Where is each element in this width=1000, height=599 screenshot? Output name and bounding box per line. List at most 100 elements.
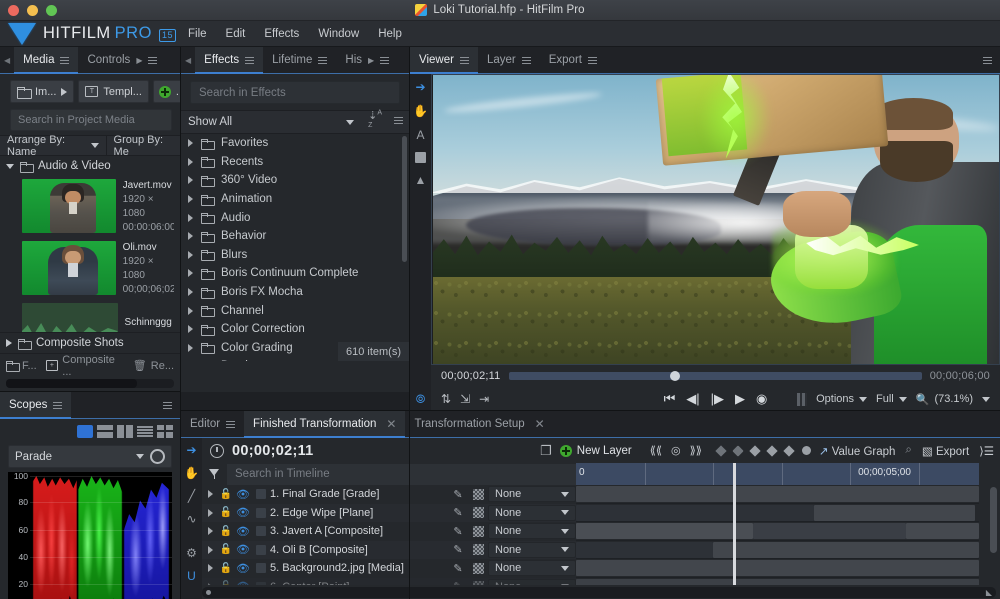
disclosure-closed-icon[interactable] — [6, 339, 12, 347]
eye-icon[interactable]: 👁 — [234, 543, 252, 556]
zoom-to-fit-icon[interactable]: ⌕ — [905, 444, 911, 457]
effects-category-row[interactable]: Boris FX Mocha — [181, 283, 409, 302]
effects-category-row[interactable]: Favorites — [181, 134, 409, 153]
media-group-audio-video[interactable]: Audio & Video — [0, 156, 180, 176]
tab-media[interactable]: Media — [14, 47, 79, 74]
disclosure-closed-icon[interactable] — [188, 343, 193, 352]
viewer-current-time[interactable]: 00;00;02;11 — [441, 370, 501, 382]
table-row[interactable]: 🔓 👁 2. Edge Wipe [Plane] ✎ None — [202, 503, 576, 522]
pen-icon[interactable]: ✎ — [448, 506, 468, 519]
go-to-start-icon[interactable]: ⏮ — [664, 391, 676, 407]
tab-history-menu-icon[interactable] — [380, 55, 390, 66]
hand-icon[interactable]: ✋ — [184, 466, 199, 480]
loop-icon[interactable]: ⇅ — [441, 392, 451, 406]
scope-type-dropdown[interactable]: Parade — [8, 445, 172, 468]
tab-effects[interactable]: Effects — [195, 47, 264, 74]
lock-icon[interactable]: 🔓 — [218, 581, 234, 585]
disclosure-closed-icon[interactable] — [188, 157, 193, 166]
next-keyframe-icon[interactable]: ⟫⟫ — [690, 444, 702, 457]
tabstrip-scroll-left-icon[interactable]: ◀ — [181, 47, 195, 73]
color-swatch[interactable] — [252, 563, 270, 574]
effects-filter-label[interactable]: Show All — [188, 116, 346, 128]
scopes-panel-menu-icon[interactable] — [155, 392, 180, 418]
step-forward-icon[interactable]: |▶ — [711, 391, 724, 407]
color-swatch[interactable] — [252, 489, 270, 500]
table-row[interactable]: 🔓 👁 3. Javert A [Composite] ✎ None — [202, 522, 576, 541]
eye-icon[interactable]: 👁 — [234, 580, 252, 585]
timeline-clip[interactable] — [576, 486, 979, 502]
eye-icon[interactable]: 👁 — [234, 562, 252, 575]
color-swatch[interactable] — [252, 507, 270, 518]
hand-icon[interactable]: ✋ — [413, 104, 428, 118]
color-swatch[interactable] — [252, 581, 270, 585]
blend-mode-dropdown[interactable]: None — [488, 504, 576, 521]
prev-keyframe-icon[interactable]: ⟪⟪ — [650, 444, 662, 457]
pen-icon[interactable]: ✎ — [448, 580, 468, 585]
tab-viewer-menu-icon[interactable] — [459, 55, 469, 66]
tab-media-menu-icon[interactable] — [60, 55, 70, 66]
effects-category-row[interactable]: Animation — [181, 190, 409, 209]
templates-button[interactable]: T Templ... — [78, 80, 149, 103]
transparency-grid-icon[interactable] — [468, 544, 488, 556]
export-frame-icon[interactable]: ⇲ — [460, 392, 470, 406]
record-icon[interactable]: ◉ — [756, 391, 767, 407]
timeline-current-time[interactable]: 00;00;02;11 — [232, 443, 314, 459]
tab-layer[interactable]: Layer — [478, 47, 540, 73]
timeline-clip[interactable] — [906, 523, 979, 539]
effects-category-row[interactable]: Blurs — [181, 246, 409, 265]
effects-category-list[interactable]: Favorites Recents 360° Video Animation A… — [181, 134, 409, 361]
media-item[interactable]: Javert.mov 1920 × 1080 00:00:06:00 — [0, 176, 180, 238]
lock-icon[interactable]: 🔓 — [218, 489, 234, 500]
effects-vertical-scrollbar[interactable] — [402, 136, 407, 262]
eye-icon[interactable]: 👁 — [234, 488, 252, 501]
lock-icon[interactable]: 🔓 — [218, 507, 234, 518]
table-row[interactable]: 🔓 👁 1. Final Grade [Grade] ✎ None — [202, 485, 576, 504]
disclosure-closed-icon[interactable] — [188, 139, 193, 148]
close-icon[interactable]: ✕ — [386, 417, 396, 431]
timeline-clip[interactable] — [576, 504, 814, 521]
scope-layout-rows-icon[interactable] — [137, 425, 153, 438]
pen-icon[interactable]: ✎ — [448, 525, 468, 538]
export-button[interactable]: ▧ Export — [922, 444, 969, 458]
sort-az-icon[interactable]: ⇣A Z — [362, 109, 388, 135]
media-item[interactable]: Oli.mov 1920 × 1080 00;00;06;02 — [0, 238, 180, 300]
step-back-icon[interactable]: ◀| — [686, 391, 699, 407]
disclosure-closed-icon[interactable] — [188, 195, 193, 204]
tab-layer-menu-icon[interactable] — [521, 55, 531, 66]
disclosure-closed-icon[interactable] — [202, 564, 218, 573]
import-frame-icon[interactable]: ⇥ — [479, 392, 489, 406]
new-folder-button[interactable]: F... — [22, 360, 37, 372]
timeline-vertical-scrollbar[interactable] — [990, 487, 997, 553]
tab-history[interactable]: His ▶ — [336, 47, 398, 73]
tab-editor-menu-icon[interactable] — [226, 419, 236, 430]
menu-effects[interactable]: Effects — [264, 28, 299, 40]
curve-icon[interactable]: ∿ — [185, 512, 199, 526]
timeline-search-input[interactable]: Search in Timeline — [227, 463, 576, 485]
timeline-clip[interactable] — [576, 560, 979, 576]
effects-category-row[interactable]: Color Correction — [181, 320, 409, 339]
slip-icon[interactable]: ╱ — [185, 489, 199, 503]
transparency-grid-icon[interactable] — [468, 488, 488, 500]
track-row[interactable] — [576, 578, 979, 585]
chevron-down-icon[interactable] — [982, 396, 990, 402]
table-row[interactable]: 🔓 👁 4. Oli B [Composite] ✎ None — [202, 540, 576, 559]
gear-icon[interactable] — [150, 449, 165, 464]
tab-controls-menu-icon[interactable] — [148, 55, 158, 66]
eye-icon[interactable]: 👁 — [234, 506, 252, 519]
pen-icon[interactable]: ✎ — [448, 562, 468, 575]
timeline-clip[interactable] — [576, 578, 979, 585]
arrange-by-dropdown[interactable]: Arrange By: Name — [0, 134, 106, 158]
blend-mode-dropdown[interactable]: None — [488, 541, 576, 558]
tab-finished-transformation[interactable]: Finished Transformation ✕ — [244, 411, 406, 438]
viewer-options-dropdown[interactable]: Options — [816, 393, 868, 405]
tab-lifetime[interactable]: Lifetime — [263, 47, 336, 73]
track-row[interactable] — [576, 522, 979, 541]
disclosure-closed-icon[interactable] — [188, 269, 193, 278]
add-keyframe-icon[interactable]: ◎ — [671, 444, 681, 457]
timeline-clip[interactable] — [713, 541, 979, 558]
tab-lifetime-menu-icon[interactable] — [318, 55, 328, 66]
table-row[interactable]: 🔓 👁 6. Center [Point] ✎ None — [202, 577, 576, 585]
media-horizontal-scrollbar[interactable] — [6, 379, 174, 388]
transparency-grid-icon[interactable] — [468, 562, 488, 574]
timeline-layer-list[interactable]: 🔓 👁 1. Final Grade [Grade] ✎ None 🔓 👁 2.… — [202, 485, 576, 585]
